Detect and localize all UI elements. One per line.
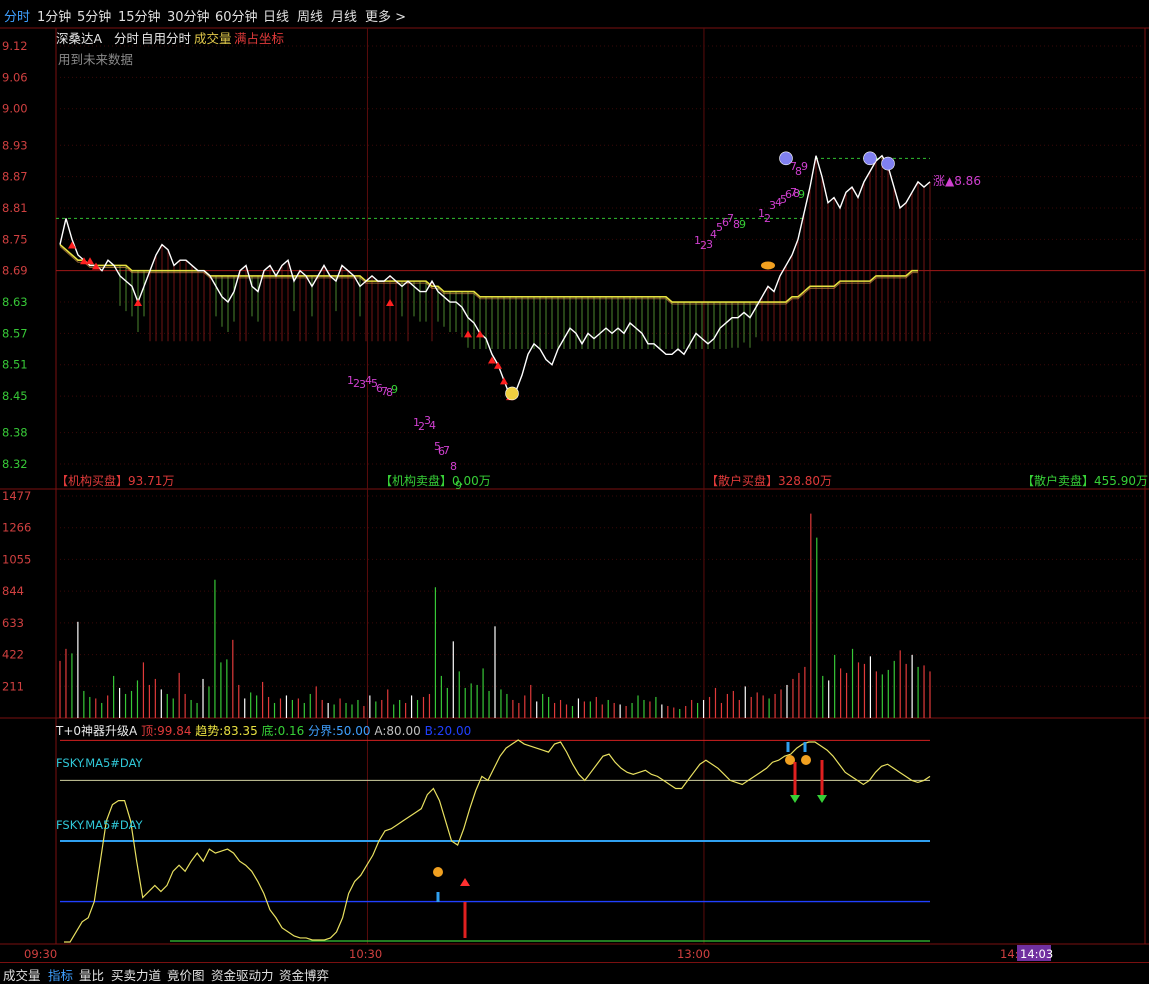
bottom-tab-4[interactable]: 竟价图 [167, 965, 205, 984]
bottom-tab-2[interactable]: 量比 [79, 965, 104, 984]
seq-a-8: 9 [391, 383, 398, 396]
ma-label-1: FSKY.MA5#DAY [56, 756, 143, 770]
cursor-time-label: 14:03 [1020, 947, 1053, 961]
volume-ylabel-0: 1477 [2, 489, 31, 503]
price-ylabel-8: 8.63 [2, 295, 28, 309]
future-data-note: 用到未来数据 [58, 52, 134, 67]
ma-label-2: FSKY.MA5#DAY [56, 818, 143, 832]
bottom-tab-5[interactable]: 资金驱动力 [211, 965, 274, 984]
face-high-icon-2 [863, 151, 877, 166]
smiley-low-icon [505, 386, 519, 401]
price-ylabel-5: 8.81 [2, 201, 28, 215]
time-label-3: 14: [1000, 947, 1019, 961]
price-ylabel-3: 8.93 [2, 138, 28, 152]
avg-price-line [59, 243, 918, 303]
chart-canvas: 9.12 9.06 9.00 8.93 8.87 8.81 8.75 8.69 8.63 8.57… [0, 27, 1149, 961]
price-ylabel-4: 8.87 [2, 170, 28, 184]
price-tag: 涨▲8.86 [933, 174, 981, 188]
sell-triangle-2 [86, 257, 94, 265]
volume-ylabel-3: 844 [2, 584, 24, 598]
bottom-tab-0[interactable]: 成交量 [3, 965, 41, 984]
down-arrow-icon-1 [790, 795, 800, 803]
indicator-tabs: 成交量 指标 量比 买卖力道 竟价图 资金驱动力 资金博弈 [0, 962, 1149, 983]
seq-b-6: 7 [443, 444, 450, 457]
face-high-icon-3 [881, 156, 895, 171]
price-ylabel-1: 9.06 [2, 70, 28, 84]
time-label-2: 13:00 [677, 947, 710, 961]
tag-custom-fenshi[interactable]: 自用分时 [141, 28, 191, 47]
seq-e-2: 9 [801, 160, 808, 173]
price-ylabel-12: 8.38 [2, 426, 28, 440]
volume-ylabel-6: 211 [2, 679, 24, 693]
time-label-0: 09:30 [24, 947, 57, 961]
tag-fenshi[interactable]: 分时 [114, 28, 139, 47]
bottom-tab-3[interactable]: 买卖力道 [111, 965, 161, 984]
price-ylabel-7: 8.69 [2, 264, 28, 278]
volume-ylabel-5: 422 [2, 648, 24, 662]
coin-marker-icon [761, 261, 775, 270]
volume-ylabel-4: 633 [2, 616, 24, 630]
seq-b-3: 4 [429, 419, 436, 432]
inst-sell: 【机构卖盘】0.00万 [380, 474, 491, 488]
inst-buy: 【机构买盘】93.71万 [56, 474, 175, 488]
bottom-tab-6[interactable]: 资金博弈 [279, 965, 329, 984]
buy-arrow-icon [460, 878, 470, 886]
seq-c-8: 9 [739, 218, 746, 231]
volume-ylabel-1: 1266 [2, 521, 31, 535]
sell-triangle-6 [464, 330, 472, 338]
tag-volume[interactable]: 成交量 [194, 28, 232, 47]
sell-triangle-10 [500, 377, 508, 385]
price-ylabel-2: 9.00 [2, 102, 28, 116]
price-ylabel-0: 9.12 [2, 39, 28, 53]
avg-price-line-2 [59, 246, 918, 305]
price-ylabel-6: 8.75 [2, 232, 28, 246]
bottom-tab-1[interactable]: 指标 [48, 965, 73, 984]
volume-ylabel-2: 1055 [2, 552, 31, 566]
stock-name: 深桑达A [56, 31, 103, 46]
retail-sell: 【散户卖盘】455.90万 [1022, 474, 1149, 488]
price-ylabel-10: 8.51 [2, 358, 28, 372]
sell-triangle-7 [476, 330, 484, 338]
seq-d-1: 2 [764, 212, 771, 225]
coin-icon-1 [433, 867, 443, 877]
retail-buy: 【散户买盘】328.80万 [706, 474, 833, 488]
tag-full-coord[interactable]: 满占坐标 [234, 28, 284, 47]
price-ylabel-9: 8.57 [2, 326, 28, 340]
price-ylabel-11: 8.45 [2, 389, 28, 403]
down-arrow-icon-2 [817, 795, 827, 803]
time-label-1: 10:30 [349, 947, 382, 961]
price-ylabel-13: 8.32 [2, 457, 28, 471]
coin-icon-3 [801, 755, 811, 765]
seq-d-8: 9 [798, 188, 805, 201]
indicator-header: T+0神器升级A 顶:99.84 趋势:83.35 底:0.16 分界:50.0… [56, 724, 472, 738]
